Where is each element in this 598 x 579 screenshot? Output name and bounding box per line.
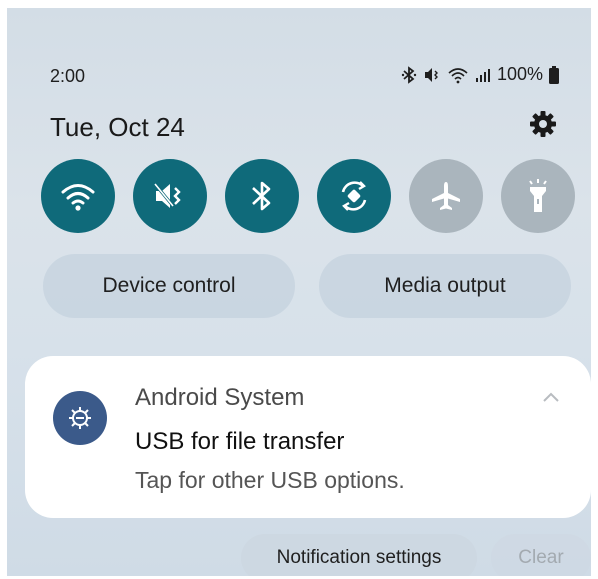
wifi-icon (447, 66, 469, 84)
auto-rotate-tile[interactable] (317, 159, 391, 233)
flashlight-tile[interactable] (501, 159, 575, 233)
rotate-icon (341, 181, 367, 211)
mute-tile[interactable] (133, 159, 207, 233)
bluetooth-tile[interactable] (225, 159, 299, 233)
app-icon (53, 391, 107, 445)
battery-percent: 100% (496, 64, 543, 84)
notification-card[interactable]: Android System USB for file transfer Tap… (25, 356, 591, 518)
wifi-icon (61, 184, 95, 211)
mute-icon (423, 66, 441, 84)
date-label: Tue, Oct 24 (50, 112, 185, 142)
usb-settings-icon (69, 407, 91, 429)
airplane-icon (432, 182, 460, 210)
notification-settings-button[interactable]: Notification settings (241, 534, 477, 576)
notification-title: USB for file transfer (135, 428, 345, 455)
flashlight-icon (529, 179, 547, 212)
status-icons: 100% (401, 64, 559, 85)
media-output-button[interactable]: Media output (319, 254, 571, 318)
gear-icon (530, 111, 556, 137)
settings-button[interactable] (527, 108, 559, 140)
status-time: 2:00 (50, 66, 86, 86)
notification-app-name: Android System (135, 384, 305, 411)
notification-text: Tap for other USB options. (135, 467, 405, 493)
signal-icon (475, 67, 491, 83)
clear-button[interactable]: Clear (491, 534, 591, 576)
expand-chevron-button[interactable] (539, 386, 563, 410)
battery-icon (549, 65, 559, 84)
wifi-tile[interactable] (41, 159, 115, 233)
bluetooth-icon (252, 181, 271, 211)
notification-shade: 2:00 100% Tue, Oct 24 Device control Med… (7, 8, 591, 576)
airplane-mode-tile[interactable] (409, 159, 483, 233)
bluetooth-icon (401, 65, 417, 84)
chevron-up-icon (543, 392, 559, 402)
mute-icon (153, 183, 181, 208)
device-control-button[interactable]: Device control (43, 254, 295, 318)
